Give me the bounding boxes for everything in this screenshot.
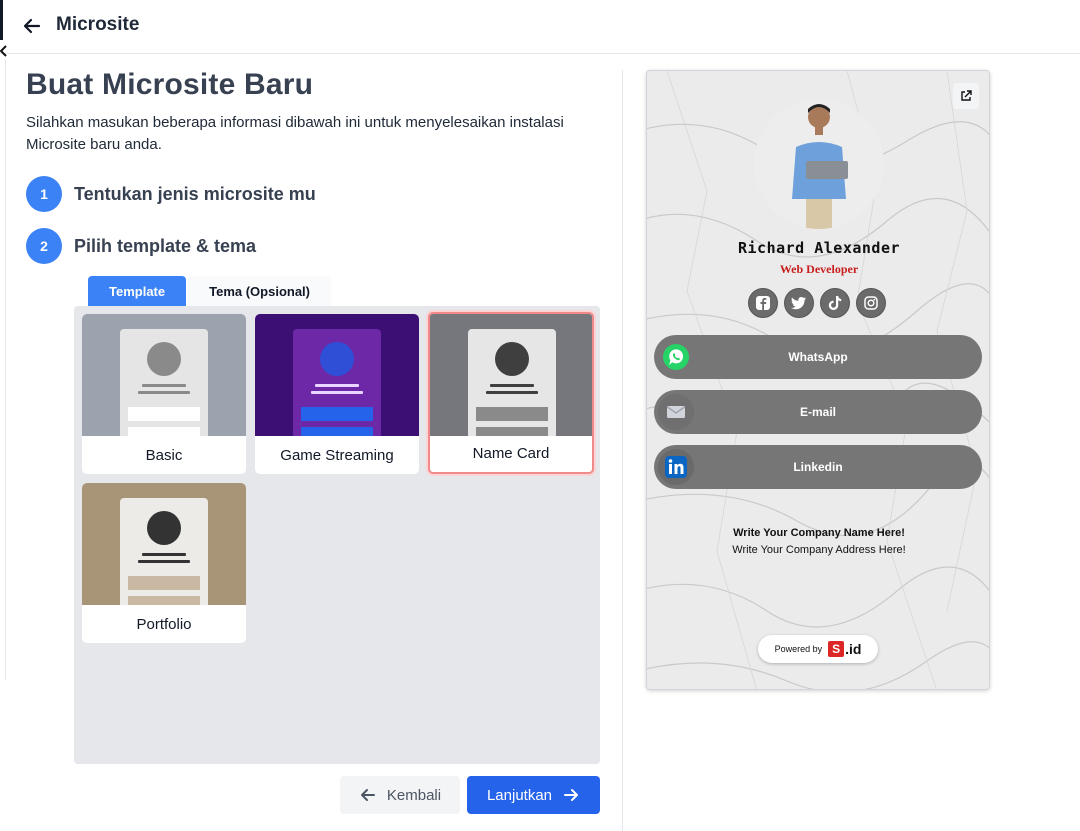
collapse-chevron-icon[interactable] (0, 44, 10, 58)
template-card-game-streaming[interactable]: Game Streaming (255, 314, 419, 474)
template-thumbnail (430, 314, 592, 436)
sidebar-edge (0, 0, 3, 40)
sidebar-border (0, 60, 6, 680)
tab-template[interactable]: Template (88, 276, 187, 306)
template-label: Basic (145, 446, 183, 464)
page-description: Silahkan masukan beberapa informasi diba… (26, 114, 564, 153)
tiktok-icon[interactable] (820, 288, 850, 318)
template-label: Game Streaming (280, 446, 394, 464)
template-label: Portfolio (136, 615, 192, 633)
facebook-icon[interactable] (748, 288, 778, 318)
preview-role: Web Developer (779, 262, 859, 276)
template-thumbnail (82, 314, 246, 436)
vertical-divider (622, 70, 623, 831)
powered-by-badge[interactable]: Powered by S .id (758, 635, 878, 663)
template-card-basic[interactable]: Basic (82, 314, 246, 474)
company-name: Write Your Company Name Here! (733, 527, 905, 539)
top-bar: Microsite (0, 0, 1080, 54)
template-thumbnail (82, 483, 246, 605)
template-card-portfolio[interactable]: Portfolio (82, 483, 246, 643)
template-thumbnail (255, 314, 419, 436)
page-title: Buat Microsite Baru (26, 68, 314, 101)
twitter-icon[interactable] (784, 288, 814, 318)
back-arrow-button[interactable] (18, 12, 46, 40)
whatsapp-link-button[interactable]: WhatsApp (654, 335, 982, 379)
linkedin-icon (658, 449, 694, 485)
linkedin-link-button[interactable]: Linkedin (654, 445, 982, 489)
arrow-right-icon (564, 789, 579, 801)
template-tabs: Template Tema (Opsional) (88, 276, 331, 306)
link-label: E-mail (799, 405, 836, 419)
brand-logo-id: .id (845, 641, 862, 657)
external-link-icon (961, 90, 972, 101)
email-icon (658, 394, 694, 430)
link-label: Linkedin (793, 460, 843, 474)
step-2[interactable]: 2 Pilih template & tema (26, 228, 256, 264)
brand-logo-s: S (828, 641, 845, 657)
template-card-name-card[interactable]: Name Card (428, 312, 594, 474)
next-button[interactable]: Lanjutkan (467, 776, 600, 814)
step-number-badge: 2 (26, 228, 62, 264)
step-number-badge: 1 (26, 176, 62, 212)
template-label: Name Card (472, 444, 550, 462)
company-address: Write Your Company Address Here! (732, 544, 906, 556)
link-label: WhatsApp (788, 350, 848, 364)
back-button[interactable]: Kembali (340, 776, 460, 814)
next-button-label: Lanjutkan (486, 786, 553, 804)
step-label: Pilih template & tema (74, 235, 257, 256)
whatsapp-icon (658, 339, 694, 375)
back-button-label: Kembali (386, 786, 442, 804)
step-label: Tentukan jenis microsite mu (74, 183, 316, 204)
instagram-icon[interactable] (856, 288, 886, 318)
microsite-preview: Richard Alexander Web Developer WhatsApp… (646, 70, 990, 690)
social-icons (748, 288, 892, 318)
open-external-button[interactable] (953, 83, 979, 109)
avatar (754, 99, 884, 229)
arrow-left-icon (23, 18, 41, 34)
email-link-button[interactable]: E-mail (654, 390, 982, 434)
template-grid: Basic Game Streaming Name Card Portfolio (74, 306, 600, 764)
tab-tema[interactable]: Tema (Opsional) (188, 276, 331, 306)
powered-by-label: Powered by (774, 644, 823, 654)
step-1[interactable]: 1 Tentukan jenis microsite mu (26, 176, 316, 212)
person-photo (754, 99, 884, 229)
preview-name: Richard Alexander (737, 239, 901, 257)
arrow-left-icon (360, 789, 375, 801)
topbar-title: Microsite (56, 14, 140, 35)
